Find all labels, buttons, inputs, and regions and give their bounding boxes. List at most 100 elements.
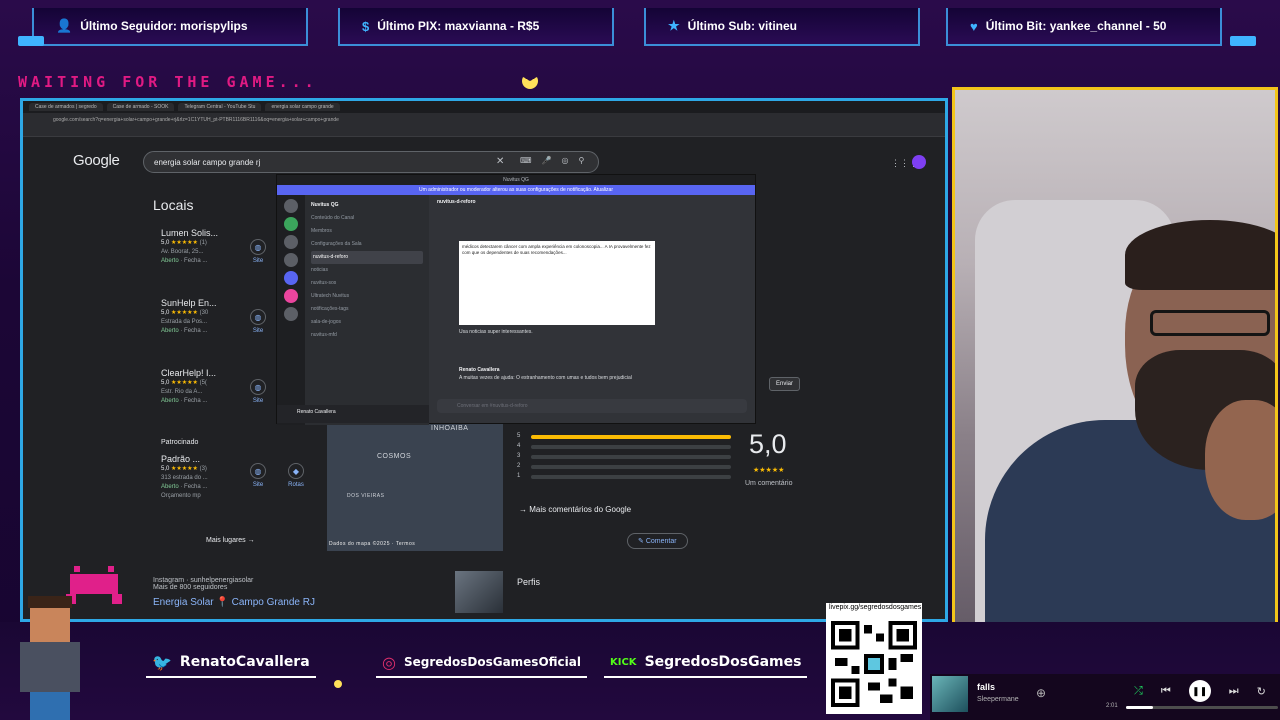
account-avatar[interactable] — [912, 155, 926, 169]
character-hair — [28, 596, 72, 608]
channel-item[interactable]: notificações-tags — [311, 303, 423, 316]
google-logo[interactable]: Google — [73, 152, 120, 169]
address-bar[interactable]: google.com/search?q=energia+solar+campo+… — [23, 113, 945, 127]
place-closes: · Fecha ... — [180, 258, 208, 264]
map-label: INHOAIBA — [431, 425, 469, 432]
more-reviews-link[interactable]: → Mais comentários do Google — [519, 505, 631, 514]
globe-icon: ◍ — [250, 463, 266, 479]
rating-row-label: 4 — [517, 443, 521, 449]
place-count: (3) — [199, 466, 207, 472]
discord-user-panel[interactable]: Renato Cavallera — [277, 405, 429, 423]
browser-tab[interactable]: Telegram Central - YouTube Stu — [178, 103, 262, 111]
place-rating: 5,0 — [161, 380, 170, 386]
site-button[interactable]: ◍ Site — [243, 379, 273, 404]
map-label: DOS VIEIRAS — [347, 493, 385, 499]
site-label: Site — [252, 398, 264, 404]
waiting-banner: WAITING FOR THE GAME... — [18, 73, 318, 91]
next-icon[interactable]: ⏭ — [1229, 685, 1239, 698]
twitter-icon: 🐦 — [152, 652, 172, 672]
channel-item[interactable]: Conteúdo do Canal — [311, 212, 423, 225]
browser-tab[interactable]: Case de armados | segredo — [29, 103, 103, 111]
place-name: ClearHelp! I... — [161, 368, 217, 378]
progress-bar[interactable] — [1126, 706, 1278, 709]
heart-icon: ♥ — [970, 18, 978, 34]
map-panel[interactable]: INHOAIBA COSMOS DOS VIEIRAS Dados do map… — [327, 421, 503, 551]
discord-banner[interactable]: Um administrador ou moderador alterou as… — [277, 185, 755, 195]
pause-button[interactable]: ❚❚ — [1188, 680, 1211, 702]
chat-author[interactable]: Renato Cavallera — [459, 367, 500, 373]
place-count: (30 — [199, 310, 209, 316]
previous-icon[interactable]: ⏮ — [1161, 685, 1171, 698]
streamer-hand — [1205, 400, 1275, 520]
chat-message: A muitas vezes de ajuda: O estranhamento… — [459, 375, 632, 381]
alert-bit-label: Último Bit: yankee_channel - 50 — [985, 19, 1167, 33]
clear-icon[interactable]: ✕ — [496, 156, 504, 167]
repeat-icon[interactable]: ↻ — [1257, 685, 1266, 698]
place-extra: Orçamento mp — [161, 493, 201, 499]
search-input[interactable]: energia solar campo grande rj ✕ ⌨🎤◎⚲ — [143, 151, 599, 173]
place-closes: · Fecha ... — [180, 484, 208, 490]
album-art[interactable] — [932, 676, 968, 712]
comment-button[interactable]: ✎ Comentar — [627, 533, 688, 549]
qr-code — [826, 614, 922, 714]
bookmarks-bar — [23, 127, 945, 137]
channel-item[interactable]: Configurações da Sala — [311, 238, 423, 251]
rating-row-label: 3 — [517, 453, 521, 459]
add-to-library-icon[interactable]: ⊕ — [1036, 686, 1046, 700]
site-label: Site — [252, 482, 264, 488]
chat-input[interactable]: Conversar em #nuvitus-d-reforo — [437, 399, 747, 413]
rating-count[interactable]: Um comentário — [745, 480, 792, 487]
server-icon[interactable] — [284, 253, 298, 267]
character-legs — [30, 692, 70, 720]
instagram-followers: Mais de 800 seguidores — [153, 584, 228, 591]
song-artist[interactable]: Sleepermane — [977, 696, 1019, 703]
send-button[interactable]: Enviar — [769, 377, 801, 391]
rating-row-label: 1 — [517, 473, 521, 479]
more-places-link[interactable]: Mais lugares → — [206, 537, 255, 544]
rating-stars: ★★★★★ — [753, 467, 785, 474]
server-icon[interactable] — [284, 289, 298, 303]
server-icon[interactable] — [284, 271, 298, 285]
browser-tabs: Case de armados | segredo Case de armado… — [23, 101, 945, 113]
server-list — [277, 195, 305, 425]
article-screenshot[interactable]: médicos detectarem câncer com ampla expe… — [459, 241, 655, 325]
routes-button[interactable]: ◆ Rotas — [281, 463, 311, 488]
channel-item[interactable]: sala-de-jogos — [311, 316, 423, 329]
song-title[interactable]: falls — [977, 682, 995, 692]
site-button[interactable]: ◍ Site — [243, 463, 273, 488]
channel-item[interactable]: Ultratech Nuvitus — [311, 290, 423, 303]
place-status: Aberto — [161, 328, 179, 334]
shuffle-icon[interactable]: ⤮ — [1134, 685, 1143, 698]
site-button[interactable]: ◍ Site — [243, 309, 273, 334]
solar-panel-thumbnail[interactable] — [455, 571, 503, 613]
discord-window[interactable]: Nuvitus QG Um administrador ou moderador… — [276, 174, 756, 425]
browser-tab[interactable]: Case de armado - SOOK — [106, 103, 175, 111]
pixel-character — [8, 596, 88, 720]
globe-icon: ◍ — [250, 239, 266, 255]
alert-sub-label: Último Sub: vitineu — [687, 19, 797, 33]
channel-item[interactable]: nuvitus-mfd — [311, 329, 423, 342]
channel-item[interactable]: nuvitus-sos — [311, 277, 423, 290]
channel-item[interactable]: noticias — [311, 264, 423, 277]
alert-bit: ♥ Último Bit: yankee_channel - 50 — [946, 8, 1222, 46]
progress-fill — [1126, 706, 1154, 709]
instagram-result[interactable]: Instagram · sunhelpenergiasolar Mais de … — [153, 577, 315, 608]
server-icon[interactable] — [284, 199, 298, 213]
place-count: (5( — [199, 380, 207, 386]
instagram-headline[interactable]: Energia Solar 📍 Campo Grande RJ — [153, 597, 315, 608]
search-tools-icons[interactable]: ⌨🎤◎⚲ — [520, 156, 594, 165]
server-icon[interactable] — [284, 217, 298, 231]
site-button[interactable]: ◍ Site — [243, 239, 273, 264]
channel-item[interactable]: Membros — [311, 225, 423, 238]
place-status: Aberto — [161, 258, 179, 264]
channel-item-active[interactable]: nuvitus-d-reforo — [311, 251, 423, 264]
locais-heading: Locais — [153, 197, 194, 213]
twitter-handle: 🐦 RenatoCavallera — [146, 648, 316, 678]
server-icon[interactable] — [284, 235, 298, 249]
server-icon[interactable] — [284, 307, 298, 321]
server-name[interactable]: Nuvitus QG — [311, 199, 423, 212]
star-icon: ★ — [668, 18, 680, 33]
globe-icon: ◍ — [250, 379, 266, 395]
twitter-label: RenatoCavallera — [179, 654, 310, 670]
browser-tab[interactable]: energia solar campo grande — [265, 103, 340, 111]
